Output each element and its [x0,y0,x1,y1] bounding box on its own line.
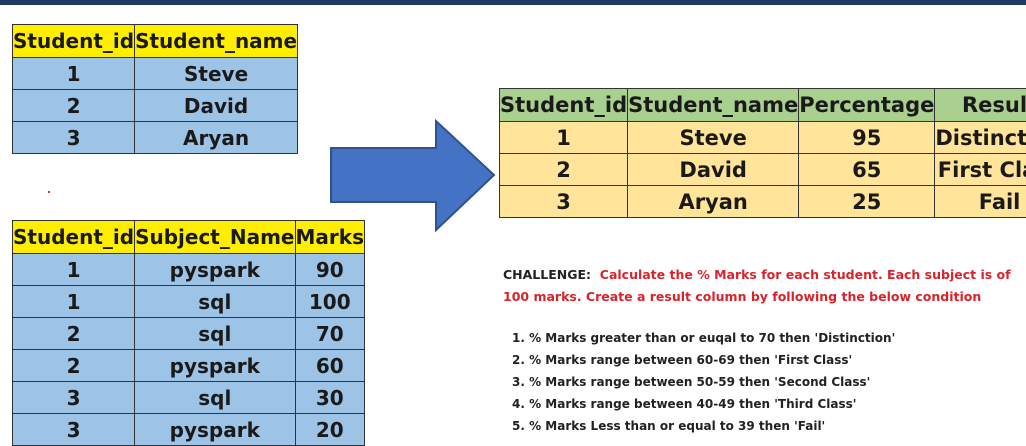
table-cell: 1 [11,57,136,90]
table-cell: 20 [294,413,365,446]
table-row: 2 pyspark 60 [11,349,365,382]
table-cell: 2 [11,89,136,122]
table-cell: 25 [798,185,936,218]
table-row: 1 sql 100 [11,285,365,318]
table-row: 3 pyspark 20 [11,413,365,446]
list-item: 4. % Marks range between 40-49 then 'Thi… [512,397,857,411]
table-cell: Aryan [627,185,800,218]
table-cell: 30 [294,381,365,414]
table-cell: David [627,153,800,186]
table-cell: 95 [798,121,936,154]
marks-table: Student_id Subject_Name Marks 1 pyspark … [11,220,365,446]
stray-dot [48,191,50,193]
table-cell: sql [134,317,296,350]
result-table: Student_id Student_name Percentage Resul… [498,88,1026,218]
table-header-row: Student_id Student_name Percentage Resul… [498,88,1026,122]
table-cell: Aryan [134,121,299,154]
table-cell: Steve [627,121,800,154]
table-row: 1 Steve 95 Distinction [498,121,1026,154]
table-cell: 60 [294,349,365,382]
list-item: 2. % Marks range between 60-69 then 'Fir… [512,353,853,367]
challenge-statement: CHALLENGE: Calculate the % Marks for eac… [503,264,1023,308]
right-arrow-icon [330,118,496,233]
table-cell: 3 [11,381,136,414]
column-header: Result [934,88,1026,122]
table-cell: David [134,89,299,122]
column-header: Subject_Name [134,220,296,254]
table-cell: 1 [498,121,629,154]
list-item: 5. % Marks Less than or equal to 39 then… [512,419,826,433]
table-cell: 100 [294,285,365,318]
table-cell: 3 [498,185,629,218]
table-cell: 90 [294,253,365,286]
table-cell: Fail [934,185,1026,218]
column-header: Student_id [498,88,629,122]
column-header: Student_id [11,24,136,58]
list-item: 1. % Marks greater than or euqal to 70 t… [512,331,896,345]
column-header: Student_name [627,88,800,122]
table-cell: pyspark [134,413,296,446]
table-cell: 3 [11,413,136,446]
table-row: 2 sql 70 [11,317,365,350]
table-cell: 2 [11,349,136,382]
table-cell: 65 [798,153,936,186]
column-header: Student_name [134,24,299,58]
table-row: 2 David 65 First Class [498,153,1026,186]
table-row: 3 Aryan 25 Fail [498,185,1026,218]
table-row: 1 pyspark 90 [11,253,365,286]
table-cell: Distinction [934,121,1026,154]
table-cell: 1 [11,253,136,286]
table-header-row: Student_id Student_name [11,24,299,58]
column-header: Percentage [798,88,936,122]
table-row: 3 sql 30 [11,381,365,414]
table-cell: 1 [11,285,136,318]
table-cell: 3 [11,121,136,154]
table-row: 2 David [11,89,299,122]
column-header: Student_id [11,220,136,254]
table-row: 1 Steve [11,57,299,90]
table-cell: sql [134,381,296,414]
list-item: 3. % Marks range between 50-59 then 'Sec… [512,375,871,389]
table-cell: 70 [294,317,365,350]
table-header-row: Student_id Subject_Name Marks [11,220,365,254]
table-cell: pyspark [134,253,296,286]
table-cell: Steve [134,57,299,90]
challenge-label: CHALLENGE: [503,267,592,282]
table-row: 3 Aryan [11,121,299,154]
students-table: Student_id Student_name 1 Steve 2 David … [11,24,299,154]
table-cell: pyspark [134,349,296,382]
rules-list: 1. % Marks greater than or euqal to 70 t… [512,327,1012,437]
table-cell: sql [134,285,296,318]
top-border-bar [0,0,1026,5]
table-cell: 2 [498,153,629,186]
table-cell: First Class [934,153,1026,186]
table-cell: 2 [11,317,136,350]
